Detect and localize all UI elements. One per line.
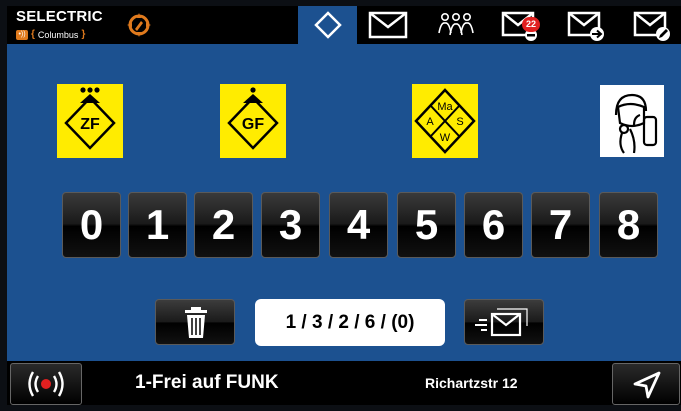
digit-key-5[interactable]: 5 [397, 192, 456, 258]
digit-key-4[interactable]: 4 [329, 192, 388, 258]
zf-sign-label: ZF [80, 116, 100, 133]
navigation-button[interactable] [612, 363, 680, 405]
maw-label-right: S [456, 116, 463, 128]
top-bar: SELECTRIC •)) { Columbus } 22 [7, 6, 681, 44]
radio-badge: •)) [16, 29, 28, 40]
radio-signal-icon [28, 371, 64, 397]
compass-logo-icon [127, 13, 151, 37]
send-message-button[interactable] [464, 299, 544, 345]
digit-key-1[interactable]: 1 [128, 192, 187, 258]
bracket-close: } [81, 29, 86, 40]
status-code-display: 1 / 3 / 2 / 6 / (0) [255, 299, 445, 346]
respirator-icon [614, 93, 658, 154]
mail-badge-button[interactable]: 22 [500, 8, 542, 42]
mail-icon[interactable] [367, 8, 409, 42]
digit-key-7[interactable]: 7 [531, 192, 590, 258]
status-bar: 1-Frei auf FUNK Richartzstr 12 [7, 361, 681, 405]
tab-hazard-overview[interactable] [298, 6, 357, 44]
unread-count-badge: 22 [522, 17, 540, 32]
zf-sign-icon: ZF [64, 87, 116, 150]
maw-sign-icon: Ma A S W [414, 88, 476, 154]
maw-label-bottom: W [440, 132, 451, 144]
navigation-arrow-icon [633, 371, 661, 399]
zf-sign[interactable]: ZF [57, 84, 123, 158]
brand-product: •)) { Columbus } [16, 28, 85, 41]
mail-edit-icon[interactable] [632, 8, 674, 42]
brand-name: SELECTRIC [16, 8, 103, 25]
address-text: Richartzstr 12 [425, 375, 518, 391]
gf-sign-label: GF [242, 116, 264, 133]
maw-sign[interactable]: Ma A S W [412, 84, 478, 158]
product-name: Columbus [37, 29, 79, 40]
brand-logo: SELECTRIC •)) { Columbus } [16, 8, 151, 42]
radio-button[interactable] [10, 363, 82, 405]
diamond-icon [314, 11, 342, 39]
maw-label-top: Ma [437, 101, 453, 113]
digit-key-8[interactable]: 8 [599, 192, 658, 258]
status-text: 1-Frei auf FUNK [135, 372, 279, 393]
digit-key-3[interactable]: 3 [261, 192, 320, 258]
delete-button[interactable] [155, 299, 235, 345]
digit-key-0[interactable]: 0 [62, 192, 121, 258]
group-icon[interactable] [435, 8, 477, 42]
maw-label-left: A [426, 116, 434, 128]
gf-sign-icon: GF [227, 87, 279, 150]
trash-icon [185, 307, 207, 338]
breathing-apparatus-sign[interactable] [600, 85, 664, 157]
app-frame: SELECTRIC •)) { Columbus } 22 ZF GF Ma A… [7, 6, 681, 405]
gf-sign[interactable]: GF [220, 84, 286, 158]
mail-forward-icon[interactable] [566, 8, 608, 42]
mail-send-icon [475, 308, 528, 337]
digit-key-6[interactable]: 6 [464, 192, 523, 258]
bracket-open: { [31, 29, 35, 40]
digit-key-2[interactable]: 2 [194, 192, 253, 258]
